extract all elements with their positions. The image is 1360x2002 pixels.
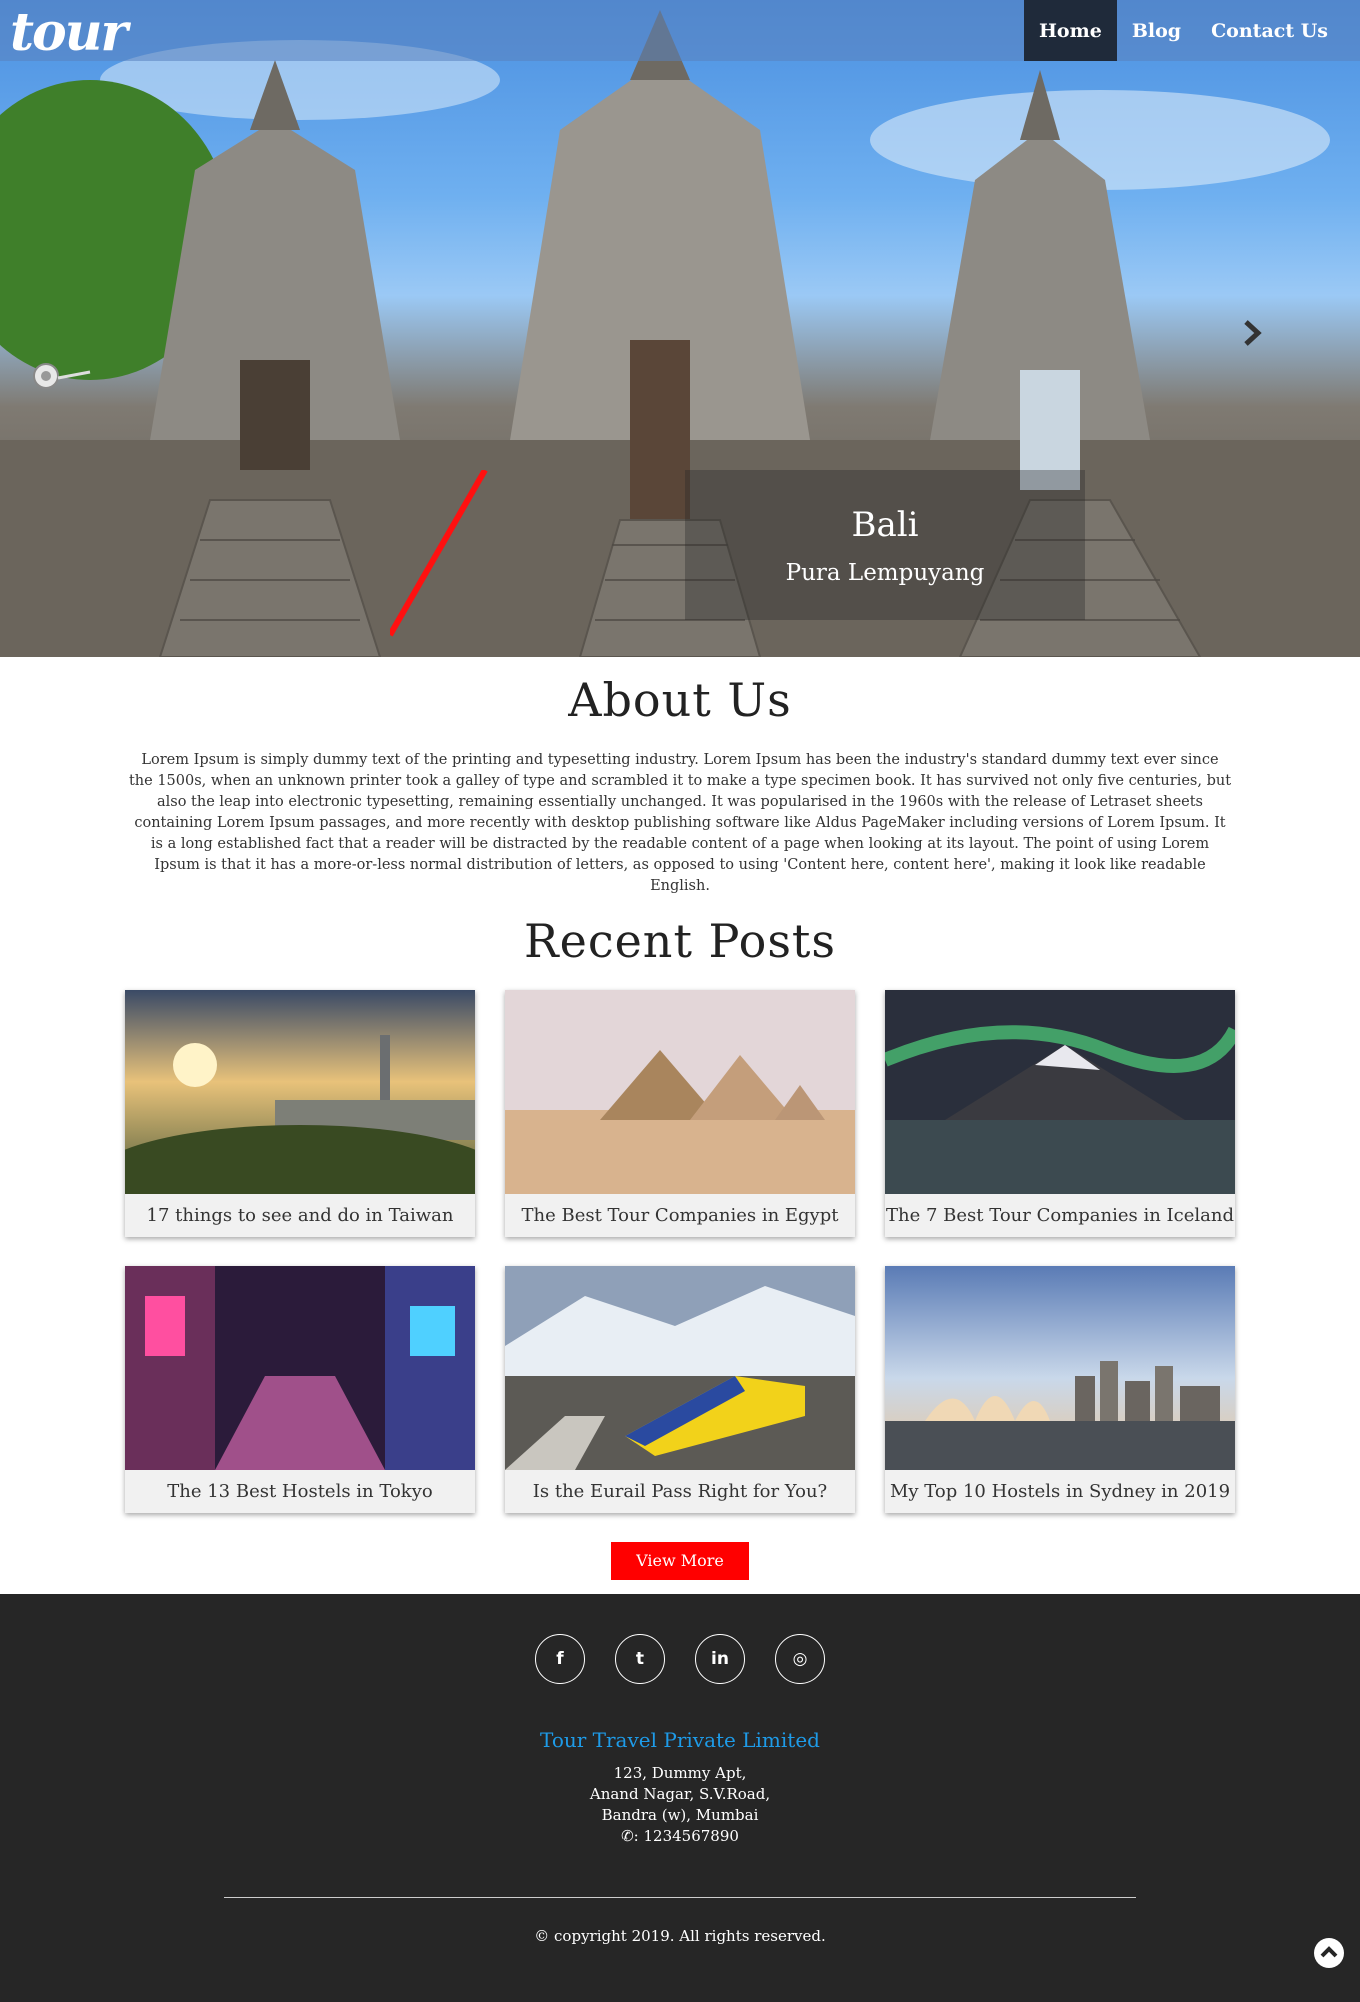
recent-posts-title: Recent Posts [523, 914, 837, 968]
post-card[interactable]: The Best Tour Companies in Egypt [505, 990, 855, 1237]
post-title: The 13 Best Hostels in Tokyo [167, 1481, 433, 1502]
post-card[interactable]: Is the Eurail Pass Right for You? [505, 1266, 855, 1513]
hero-carousel: Bali Pura Lempuyang tour Home Blog Conta… [0, 0, 1360, 657]
post-image [505, 1266, 855, 1470]
about-title: About Us [568, 673, 792, 727]
decorative-red-stroke [390, 470, 488, 640]
footer: f t in ◎ Tour Travel Private Limited 123… [0, 1594, 1360, 2002]
carousel-next-button[interactable] [1240, 318, 1270, 348]
post-card[interactable]: The 13 Best Hostels in Tokyo [125, 1266, 475, 1513]
scroll-to-top-button[interactable] [1314, 1938, 1344, 1968]
address-line: Bandra (w), Mumbai [601, 1806, 759, 1824]
company-name: Tour Travel Private Limited [540, 1728, 820, 1752]
logo[interactable]: tour [10, 2, 128, 63]
instagram-icon[interactable]: ◎ [775, 1634, 825, 1684]
post-card[interactable]: The 7 Best Tour Companies in Iceland [885, 990, 1235, 1237]
post-title: Is the Eurail Pass Right for You? [532, 1481, 828, 1502]
speaker-icon [28, 358, 92, 394]
linkedin-icon[interactable]: in [695, 1634, 745, 1684]
footer-divider [224, 1897, 1136, 1898]
copyright: © copyright 2019. All rights reserved. [534, 1927, 826, 1945]
post-title: 17 things to see and do in Taiwan [146, 1205, 454, 1226]
post-image [505, 990, 855, 1194]
chevron-up-icon [1320, 1946, 1338, 1958]
about-text: Lorem Ipsum is simply dummy text of the … [128, 752, 1232, 894]
post-image [885, 990, 1235, 1194]
post-image [885, 1266, 1235, 1470]
post-title: The Best Tour Companies in Egypt [521, 1205, 839, 1226]
hero-title: Bali [851, 505, 919, 545]
nav-contact-us[interactable]: Contact Us [1196, 0, 1360, 61]
post-image [125, 1266, 475, 1470]
address-line: 123, Dummy Apt, [613, 1764, 747, 1782]
post-title: The 7 Best Tour Companies in Iceland [886, 1205, 1234, 1226]
facebook-icon[interactable]: f [535, 1634, 585, 1684]
nav-menu: Home Blog Contact Us [1023, 0, 1360, 61]
post-image [125, 990, 475, 1194]
nav-home[interactable]: Home [1023, 0, 1117, 61]
caption-overlay [685, 470, 1085, 620]
post-card[interactable]: My Top 10 Hostels in Sydney in 2019 [885, 1266, 1235, 1513]
address-line: Anand Nagar, S.V.Road, [589, 1785, 771, 1803]
navbar: tour Home Blog Contact Us [0, 0, 1360, 63]
twitter-icon[interactable]: t [615, 1634, 665, 1684]
nav-blog[interactable]: Blog [1117, 0, 1196, 61]
hero-subtitle: Pura Lempuyang [785, 560, 985, 586]
hero-image [0, 10, 1360, 657]
post-title: My Top 10 Hostels in Sydney in 2019 [889, 1481, 1231, 1502]
phone-icon: ✆ [621, 1827, 634, 1845]
post-card[interactable]: 17 things to see and do in Taiwan [125, 990, 475, 1237]
view-more-button[interactable]: View More [611, 1542, 749, 1580]
phone: ✆: 1234567890 [0, 1827, 1360, 1845]
phone-number: : 1234567890 [633, 1827, 739, 1845]
